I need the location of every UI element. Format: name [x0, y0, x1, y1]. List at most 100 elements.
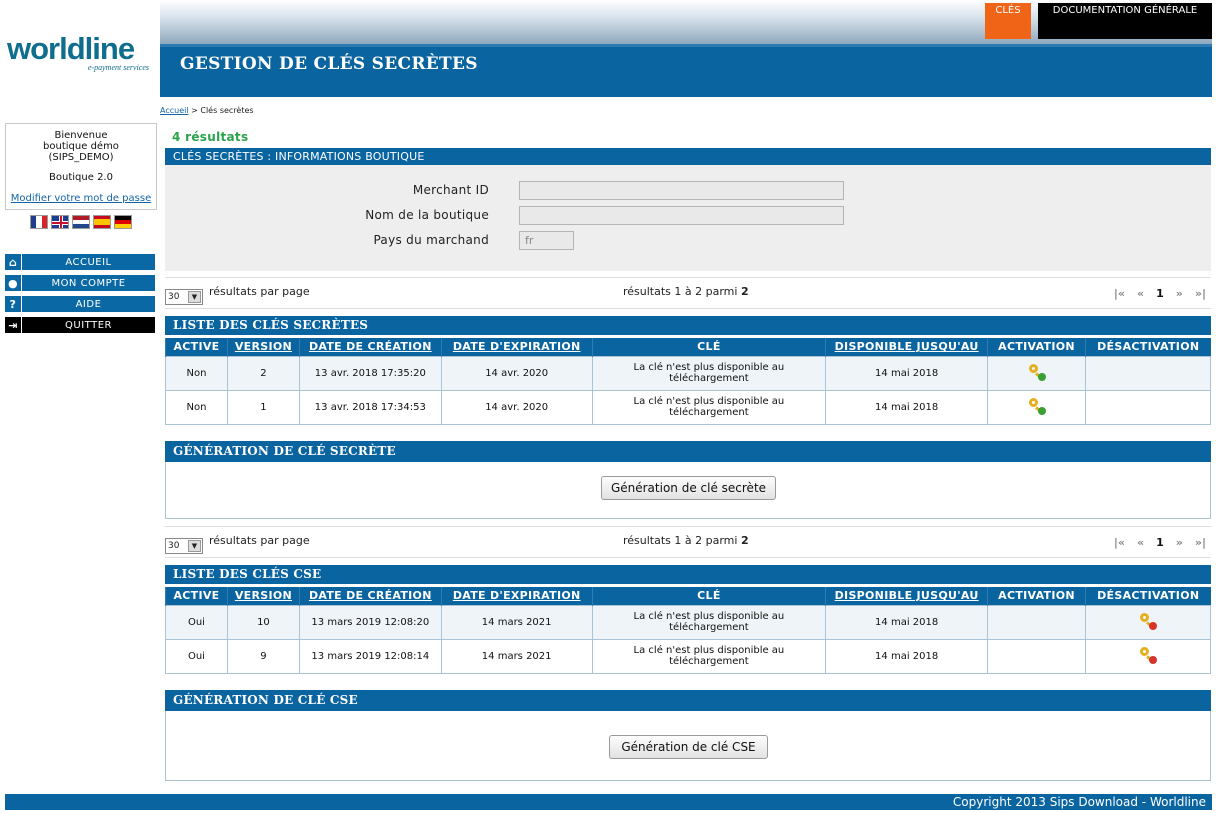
- tab-documentation[interactable]: DOCUMENTATION GÉNÉRALE: [1038, 3, 1212, 39]
- table-header-row: ACTIVE VERSION DATE DE CRÉATION DATE D'E…: [165, 338, 1211, 356]
- deactivate-key-icon[interactable]: [1139, 646, 1157, 664]
- cell-deactivation: [1085, 355, 1211, 391]
- shop-name-field[interactable]: [519, 206, 844, 225]
- cell-expires: 14 avr. 2020: [440, 355, 593, 391]
- home-icon: ⌂: [5, 254, 22, 270]
- flag-nl-icon[interactable]: [72, 215, 90, 229]
- tab-cles[interactable]: CLÉS: [985, 3, 1031, 39]
- per-page-label: résultats par page: [209, 285, 310, 298]
- footer: Copyright 2013 Sips Download - Worldline: [5, 794, 1212, 810]
- nav-aide[interactable]: ? AIDE: [5, 296, 155, 312]
- next-page-icon[interactable]: »: [1176, 287, 1183, 300]
- col-expires[interactable]: DATE D'EXPIRATION: [440, 587, 593, 605]
- generate-cse-key-button[interactable]: Génération de clé CSE: [609, 735, 768, 759]
- flag-fr-icon[interactable]: [30, 215, 48, 229]
- info-section-bar: CLÉS SECRÈTES : INFORMATIONS BOUTIQUE: [165, 148, 1211, 165]
- generate-secret-key-button[interactable]: Génération de clé secrète: [601, 476, 776, 500]
- cell-activation: [987, 389, 1086, 425]
- cse-keys-table: ACTIVE VERSION DATE DE CRÉATION DATE D'E…: [165, 587, 1211, 674]
- breadcrumb: Accueil > Clés secrètes: [160, 106, 254, 115]
- nav-mon-compte-label: MON COMPTE: [51, 277, 126, 289]
- cell-deactivation: [1085, 604, 1211, 640]
- last-page-icon[interactable]: »|: [1195, 287, 1206, 300]
- cell-expires: 14 mars 2021: [440, 638, 593, 674]
- activate-key-icon[interactable]: [1028, 397, 1046, 415]
- user-icon: ●: [5, 275, 22, 291]
- col-created[interactable]: DATE DE CRÉATION: [298, 338, 442, 356]
- current-page: 1: [1156, 287, 1164, 300]
- secret-keys-table: ACTIVE VERSION DATE DE CRÉATION DATE D'E…: [165, 338, 1211, 425]
- gen-cse-panel: Génération de clé CSE: [165, 711, 1211, 781]
- range-text: résultats 1 à 2 parmi 2: [623, 534, 749, 547]
- per-page-select[interactable]: 30 ▼: [165, 289, 203, 305]
- welcome-shop-name: boutique démo: [43, 141, 119, 152]
- range-text: résultats 1 à 2 parmi 2: [623, 285, 749, 298]
- col-version[interactable]: VERSION: [226, 338, 300, 356]
- table-row: Oui 10 13 mars 2019 12:08:20 14 mars 202…: [165, 604, 1211, 640]
- cell-created: 13 mars 2019 12:08:14: [298, 638, 442, 674]
- last-page-icon[interactable]: »|: [1195, 536, 1206, 549]
- cell-version: 10: [226, 604, 300, 640]
- nav-mon-compte[interactable]: ● MON COMPTE: [5, 275, 155, 291]
- welcome-text: Bienvenue: [54, 130, 108, 141]
- deactivate-key-icon[interactable]: [1139, 612, 1157, 630]
- table-header-row: ACTIVE VERSION DATE DE CRÉATION DATE D'E…: [165, 587, 1211, 605]
- per-page-select[interactable]: 30 ▼: [165, 538, 203, 554]
- per-page-value: 30: [168, 292, 180, 302]
- pager-cse: 30 ▼ résultats par page résultats 1 à 2 p…: [165, 526, 1211, 558]
- col-active: ACTIVE: [165, 338, 228, 356]
- cell-key: La clé n'est plus disponible au téléchar…: [591, 638, 827, 674]
- col-activation: ACTIVATION: [987, 338, 1086, 356]
- shop-name-label: Nom de la boutique: [365, 208, 489, 222]
- col-active: ACTIVE: [165, 587, 228, 605]
- current-page: 1: [1156, 536, 1164, 549]
- prev-page-icon[interactable]: «: [1137, 287, 1144, 300]
- page-title: GESTION DE CLÉS SECRÈTES: [180, 54, 478, 74]
- col-version[interactable]: VERSION: [226, 587, 300, 605]
- nav-quitter[interactable]: ⇥ QUITTER: [5, 317, 155, 333]
- col-available[interactable]: DISPONIBLE JUSQU'AU: [825, 338, 988, 356]
- cell-available: 14 mai 2018: [825, 638, 989, 674]
- flag-uk-icon[interactable]: [51, 215, 69, 229]
- per-page-value: 30: [168, 541, 180, 551]
- cell-version: 9: [226, 638, 300, 674]
- next-page-icon[interactable]: »: [1176, 536, 1183, 549]
- welcome-box: Bienvenue boutique démo (SIPS_DEMO) Bout…: [5, 123, 157, 210]
- cell-activation: [987, 604, 1086, 640]
- col-created[interactable]: DATE DE CRÉATION: [298, 587, 442, 605]
- breadcrumb-home-link[interactable]: Accueil: [160, 106, 189, 115]
- cell-active: Non: [165, 389, 228, 425]
- language-flags: [30, 215, 132, 229]
- gen-secret-section-bar: GÉNÉRATION DE CLÉ SECRÈTE: [165, 441, 1211, 462]
- activate-key-icon[interactable]: [1028, 363, 1046, 381]
- merchant-id-label: Merchant ID: [412, 183, 489, 197]
- cell-active: Oui: [165, 638, 228, 674]
- page-nav: |« « 1 » »|: [1114, 287, 1206, 300]
- cell-activation: [987, 355, 1086, 391]
- col-expires[interactable]: DATE D'EXPIRATION: [440, 338, 593, 356]
- worldline-logo: worldline e-payment services: [7, 33, 153, 74]
- welcome-shop-id: (SIPS_DEMO): [48, 152, 114, 163]
- cell-expires: 14 mars 2021: [440, 604, 593, 640]
- first-page-icon[interactable]: |«: [1114, 287, 1125, 300]
- cell-created: 13 avr. 2018 17:35:20: [298, 355, 442, 391]
- prev-page-icon[interactable]: «: [1137, 536, 1144, 549]
- nav-accueil[interactable]: ⌂ ACCUEIL: [5, 254, 155, 270]
- title-bar: GESTION DE CLÉS SECRÈTES: [160, 44, 1212, 97]
- merchant-id-field[interactable]: [519, 181, 844, 200]
- col-available[interactable]: DISPONIBLE JUSQU'AU: [825, 587, 988, 605]
- flag-es-icon[interactable]: [93, 215, 111, 229]
- change-password-link[interactable]: Modifier votre mot de passe: [6, 193, 156, 204]
- flag-de-icon[interactable]: [114, 215, 132, 229]
- breadcrumb-separator: >: [191, 106, 198, 115]
- cell-active: Oui: [165, 604, 228, 640]
- gen-cse-section-bar: GÉNÉRATION DE CLÉ CSE: [165, 690, 1211, 711]
- brand-tagline: e-payment services: [87, 63, 149, 72]
- cell-version: 2: [226, 355, 300, 391]
- nav-accueil-label: ACCUEIL: [65, 256, 112, 268]
- first-page-icon[interactable]: |«: [1114, 536, 1125, 549]
- country-field[interactable]: fr: [519, 231, 574, 250]
- col-key: CLÉ: [591, 338, 826, 356]
- table-row: Oui 9 13 mars 2019 12:08:14 14 mars 2021…: [165, 638, 1211, 674]
- gen-secret-panel: Génération de clé secrète: [165, 462, 1211, 519]
